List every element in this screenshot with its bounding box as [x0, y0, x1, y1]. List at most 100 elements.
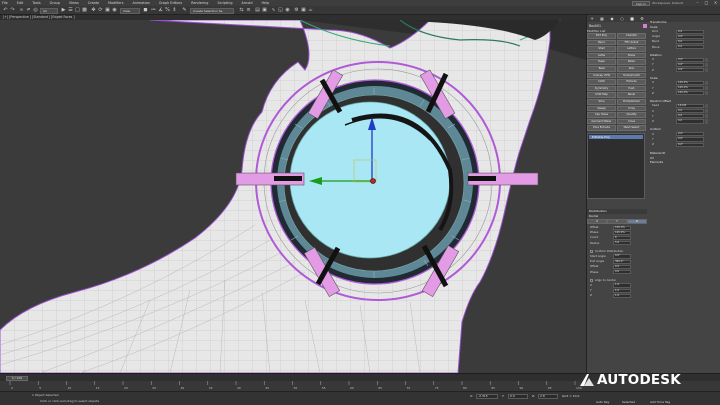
align-icon[interactable]: ≡ — [245, 7, 252, 14]
modifier-button[interactable]: Skin — [617, 65, 646, 72]
angle-snap-icon[interactable]: ∡ — [157, 7, 164, 14]
spinner[interactable] — [705, 103, 708, 109]
modifier-button[interactable]: ProOptimizer — [617, 98, 646, 105]
unlink-icon[interactable]: ≠ — [25, 7, 32, 14]
menu-create[interactable]: Create — [88, 1, 99, 5]
modifier-button[interactable]: Unwrap UVW — [587, 72, 616, 79]
object-name-field[interactable]: Box001 — [589, 24, 601, 28]
modifier-button[interactable]: FFD 4x4x4 — [617, 39, 646, 46]
distribution-mode[interactable]: Radial — [587, 214, 647, 218]
menu-scripting[interactable]: Scripting — [217, 1, 232, 5]
material-editor-icon[interactable]: ◉ — [284, 7, 291, 14]
spinner[interactable] — [705, 109, 708, 114]
edit-named-sets-icon[interactable]: ✎ — [181, 7, 188, 14]
param-field[interactable]: 1.0 — [613, 293, 631, 298]
spinner[interactable] — [705, 62, 708, 68]
curve-editor-icon[interactable]: ∿ — [270, 7, 277, 14]
axis-z-button[interactable]: Z — [627, 219, 647, 224]
pivot-icon[interactable]: ◼ — [142, 7, 149, 14]
menu-rendering[interactable]: Rendering — [191, 1, 208, 5]
menu-views[interactable]: Views — [69, 1, 79, 5]
param-field[interactable]: 0.0 — [676, 39, 704, 45]
undo-icon[interactable]: ↶ — [2, 7, 9, 14]
render-icon[interactable]: ☕ — [307, 7, 314, 14]
modifier-button[interactable]: Lattice — [617, 46, 646, 52]
modifier-button[interactable]: Twist — [587, 65, 616, 72]
rect-select-icon[interactable]: □ — [74, 7, 81, 14]
axis-y-button[interactable]: Y — [607, 219, 627, 224]
modifier-button[interactable]: Bevel — [617, 92, 646, 98]
seed-field[interactable]: 12345 — [676, 103, 704, 109]
scale-icon[interactable]: ▣ — [104, 7, 111, 14]
menu-group[interactable]: Group — [50, 1, 60, 5]
spinner[interactable] — [705, 119, 708, 124]
snap-icon[interactable]: ≔ — [150, 7, 157, 14]
modifier-button[interactable]: Edit Poly — [587, 33, 616, 39]
spinner[interactable] — [705, 68, 708, 73]
modifier-button[interactable]: Symmetry — [587, 85, 616, 92]
rotation-x-field[interactable]: 0.0° — [676, 57, 704, 62]
scale-x-field[interactable]: 100.0% — [676, 80, 704, 85]
offset-y-field[interactable]: 0.0 — [676, 114, 704, 119]
link-icon[interactable]: ∞ — [18, 7, 25, 14]
align-center-checkbox[interactable] — [590, 278, 593, 282]
param-field[interactable]: 0.0 — [676, 45, 704, 50]
spinner[interactable] — [705, 86, 708, 91]
modifier-button[interactable]: Taper — [587, 59, 616, 65]
add-time-tag[interactable]: Add Time Tag — [650, 400, 670, 404]
modifier-button[interactable]: Array — [617, 105, 646, 112]
mirror-icon[interactable]: ⇆ — [238, 7, 245, 14]
rotation-z-field[interactable]: 0.0° — [676, 68, 704, 73]
spinner-snap-icon[interactable]: ⇕ — [171, 7, 178, 14]
object-color-swatch[interactable] — [643, 24, 647, 28]
render-frame-icon[interactable]: ▣ — [300, 7, 307, 14]
uniform-x-field[interactable]: 0.0° — [676, 132, 704, 137]
modifier-button[interactable]: Cap Holes — [587, 112, 616, 118]
modifier-button[interactable]: Chamfer — [617, 33, 646, 39]
modifier-button[interactable]: Bend — [587, 39, 616, 46]
modifier-button[interactable]: Push — [617, 85, 646, 92]
offset-z-field[interactable]: 0.0 — [676, 119, 704, 124]
modifier-button[interactable]: Shell — [587, 46, 616, 52]
uniform-y-field[interactable]: 0.0° — [676, 137, 704, 142]
modifier-button[interactable]: Garment Maker — [587, 118, 616, 125]
menu-animation[interactable]: Animation — [133, 1, 150, 5]
reference-coord-dropdown[interactable]: View — [120, 7, 140, 14]
modifier-button[interactable]: Cloth — [587, 79, 616, 85]
workspace-selector[interactable]: Workspaces: Default — [652, 1, 692, 6]
axis-x-button[interactable]: X — [587, 219, 607, 224]
hierarchy-tab-icon[interactable]: ◆ — [607, 15, 617, 22]
window-crossing-icon[interactable]: ▩ — [81, 7, 88, 14]
modifier-button[interactable]: Sweep — [587, 105, 616, 112]
modifier-button[interactable]: Cross — [617, 118, 646, 125]
radius-field[interactable]: 5.0 — [613, 241, 631, 246]
selection-filter-dropdown[interactable]: All — [40, 7, 58, 14]
param-field[interactable]: 1.0 — [613, 283, 631, 288]
frame-indicator[interactable]: 0 / 100 — [6, 375, 28, 381]
uniform-z-field[interactable]: 0.0° — [676, 142, 704, 147]
modifier-button[interactable]: Quadify — [617, 112, 646, 118]
modify-tab-icon[interactable]: ▦ — [597, 15, 607, 22]
param-field[interactable]: 0.0° — [676, 34, 704, 39]
phase2-field[interactable]: 0.0 — [613, 270, 631, 275]
select-icon[interactable]: ▶ — [60, 7, 67, 14]
redo-icon[interactable]: ↷ — [9, 7, 16, 14]
end-angle-field[interactable]: 360.0° — [613, 259, 631, 264]
spinner[interactable] — [705, 114, 708, 119]
spinner[interactable] — [705, 57, 708, 62]
layers-icon[interactable]: ▤ — [254, 7, 261, 14]
percent-snap-icon[interactable]: % — [164, 7, 171, 14]
selection-set-dropdown[interactable]: Create Selection Se — [190, 7, 234, 14]
placement-icon[interactable]: ◉ — [111, 7, 118, 14]
modifier-button[interactable]: Mesh Select — [617, 125, 646, 131]
menu-edit[interactable]: Edit — [17, 1, 24, 5]
scale-z-field[interactable]: 100.0% — [676, 91, 704, 96]
motion-tab-icon[interactable]: ○ — [617, 15, 627, 22]
menu-modifiers[interactable]: Modifiers — [108, 1, 123, 5]
rotate-icon[interactable]: ⟳ — [97, 7, 104, 14]
modifier-button[interactable]: Noise — [617, 52, 646, 59]
display-tab-icon[interactable]: ■ — [627, 15, 637, 22]
bind-icon[interactable]: ◎ — [32, 7, 39, 14]
modifier-button[interactable]: Relax — [617, 59, 646, 65]
stack-item-editable-poly[interactable]: Editable Poly — [589, 135, 643, 139]
